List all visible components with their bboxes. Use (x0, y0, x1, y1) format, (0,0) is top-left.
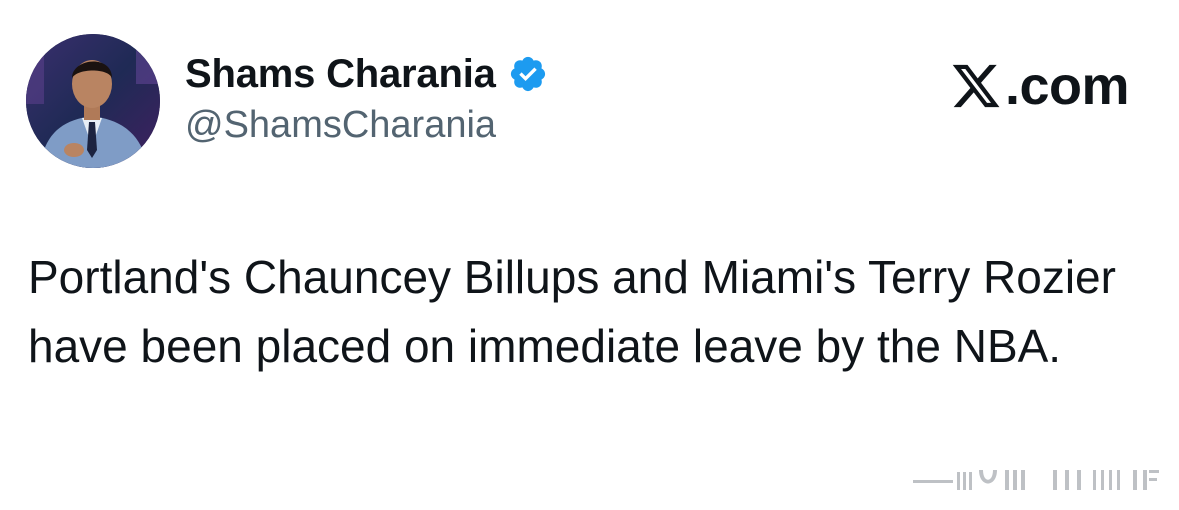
avatar[interactable] (26, 34, 160, 168)
verified-badge-icon (508, 54, 548, 94)
handle[interactable]: @ShamsCharania (185, 104, 548, 147)
brand-domain-suffix: .com (1004, 56, 1130, 116)
author-info: Shams Charania @ShamsCharania (185, 48, 548, 147)
x-logo-icon (949, 60, 1003, 112)
image-watermark (913, 464, 1163, 494)
name-row: Shams Charania (185, 48, 548, 100)
tweet-text: Portland's Chauncey Billups and Miami's … (28, 251, 1116, 372)
brand-watermark: .com (949, 56, 1130, 116)
tweet-card: Shams Charania @ShamsCharania .com Portl… (0, 0, 1179, 510)
display-name[interactable]: Shams Charania (185, 52, 496, 97)
avatar-photo (26, 34, 160, 168)
